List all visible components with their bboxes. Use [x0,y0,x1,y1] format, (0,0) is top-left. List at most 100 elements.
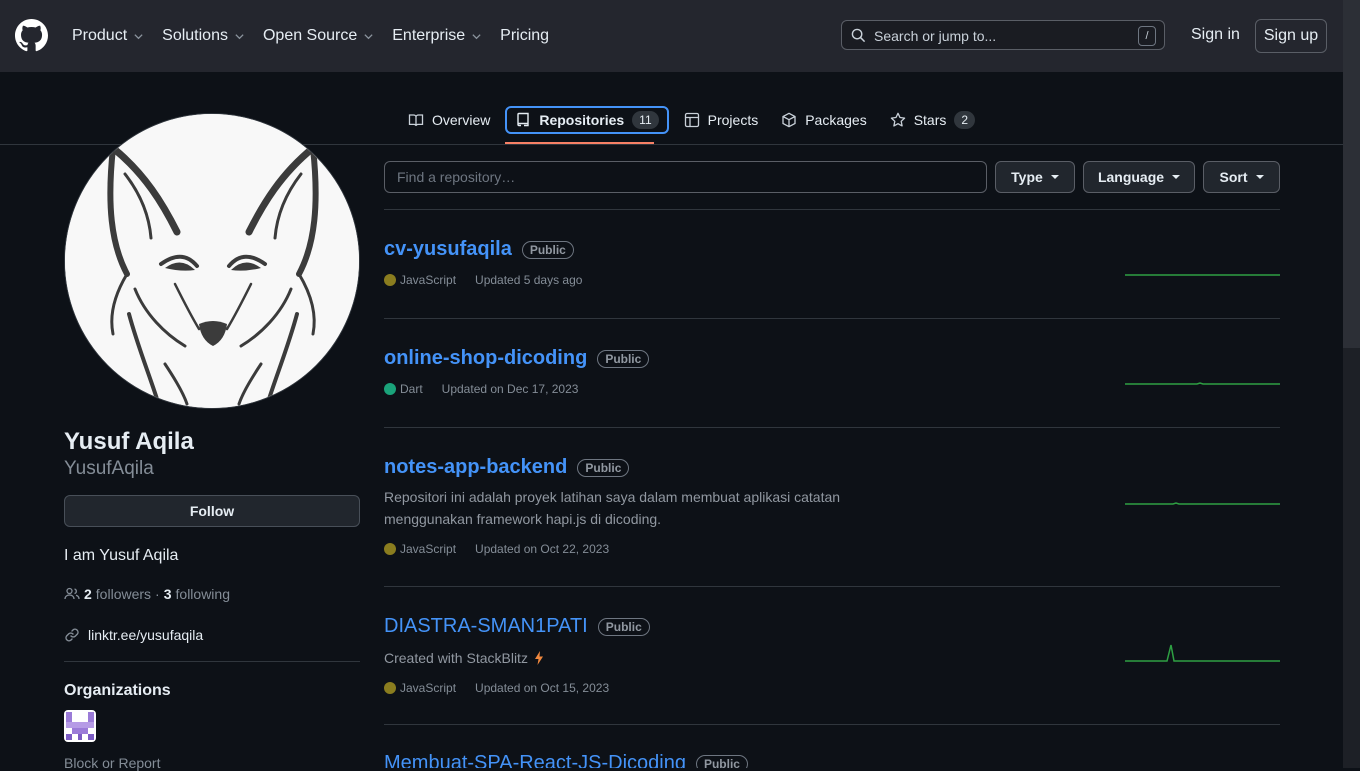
search-icon [851,28,866,43]
lightning-bolt-icon [534,651,543,665]
visibility-badge: Public [521,240,574,259]
followers-count: 2 [84,586,92,602]
tab-label: Repositories [539,112,625,128]
nav-product[interactable]: Product [72,27,144,45]
sidebar-divider [64,661,360,662]
nav-label: Product [72,27,128,44]
search-shortcut-key: / [1138,26,1156,46]
tab-overview[interactable]: Overview [400,106,498,134]
type-filter-label: Type [1011,169,1043,185]
nav-label: Open Source [262,27,358,44]
repo-divider [384,724,1280,725]
nav-label: Solutions [162,27,228,44]
scrollbar-thumb[interactable] [1343,0,1360,348]
profile-website[interactable]: linktr.ee/yusufaqila [64,627,203,643]
language-filter-label: Language [1097,169,1165,185]
tab-label: Stars [913,112,947,128]
repo-language: JavaScript [400,542,457,556]
separator: · [155,586,160,602]
followers-line: 2 followers · 3 following [64,586,230,602]
nav-label: Pricing [500,27,550,44]
repo-item: DIASTRA-SMAN1PATI Public Created with St… [384,615,1280,725]
visibility-badge: Public [577,458,630,477]
repo-divider [384,427,1280,428]
repo-description: Created with StackBlitz [384,650,528,666]
star-icon [890,112,905,127]
repo-name-link[interactable]: cv-yusufaqila [384,238,512,261]
tab-projects[interactable]: Projects [676,106,767,134]
sort-label: Sort [1219,169,1248,185]
activity-sparkline [1125,274,1280,276]
visibility-badge: Public [597,349,650,368]
caret-down-icon [1255,175,1264,179]
repo-name-link[interactable]: DIASTRA-SMAN1PATI [384,615,588,638]
org-logo-icon [64,710,96,742]
visibility-badge: Public [597,617,650,636]
active-tab-underline [505,142,654,144]
repo-language: Dart [400,382,423,396]
org-avatar[interactable] [64,710,96,742]
following-link[interactable]: 3 following [164,586,230,602]
people-icon [64,587,80,600]
nav-enterprise[interactable]: Enterprise [392,27,482,45]
repo-description-row: Created with StackBlitz [384,647,854,669]
site-header: Product Solutions Open Source Enterprise… [0,0,1343,72]
repo-updated: Updated on Oct 15, 2023 [475,681,610,695]
repo-updated: Updated on Oct 22, 2023 [475,542,610,556]
caret-down-icon [1172,175,1181,179]
repo-name-link[interactable]: notes-app-backend [384,456,567,479]
profile-tabs: Overview Repositories 11 Projects Packag… [400,104,990,136]
sort-button[interactable]: Sort [1203,161,1280,193]
main-nav: Product Solutions Open Source Enterprise… [72,0,567,72]
language-filter-button[interactable]: Language [1083,161,1195,193]
link-icon [65,628,79,642]
repo-name-link[interactable]: online-shop-dicoding [384,347,587,370]
github-logo-icon[interactable] [15,19,48,52]
tab-label: Projects [707,112,759,128]
tab-label: Packages [805,112,867,128]
repo-divider [384,209,1280,210]
follow-button[interactable]: Follow [64,495,360,527]
sign-up-button[interactable]: Sign up [1255,19,1327,53]
repo-description: Repositori ini adalah proyek latihan say… [384,489,841,527]
tab-stars[interactable]: Stars 2 [882,106,983,134]
chevron-down-icon [235,33,244,39]
block-or-report-link[interactable]: Block or Report [64,755,160,771]
profile-bio: I am Yusuf Aqila [64,547,179,564]
fox-avatar-image [65,114,359,408]
nav-solutions[interactable]: Solutions [162,27,245,45]
chevron-down-icon [134,33,143,39]
sign-in-link[interactable]: Sign in [1191,26,1240,44]
book-icon [408,114,424,127]
profile-avatar[interactable] [64,113,360,409]
tab-repositories[interactable]: Repositories 11 [505,106,669,134]
nav-open-source[interactable]: Open Source [263,27,374,45]
repo-item: cv-yusufaqila Public JavaScript Updated … [384,238,1280,318]
followers-link[interactable]: 2 followers [84,586,151,602]
repo-count-badge: 11 [632,111,659,129]
search-placeholder: Search or jump to... [874,28,997,44]
activity-sparkline [1125,502,1280,505]
profile-username: YusufAqila [64,458,154,479]
find-repository-input[interactable] [384,161,987,193]
type-filter-button[interactable]: Type [995,161,1075,193]
repo-item: online-shop-dicoding Public Dart Updated… [384,347,1280,427]
table-icon [684,112,699,128]
package-icon [782,112,796,128]
repo-updated: Updated 5 days ago [475,273,583,287]
repo-name-link[interactable]: Membuat-SPA-React-JS-Dicoding [384,752,686,768]
following-label: following [175,586,230,602]
repo-divider [384,586,1280,587]
repo-language: JavaScript [400,273,457,287]
nav-label: Enterprise [392,27,466,44]
nav-pricing[interactable]: Pricing [500,27,549,45]
repo-title-row: notes-app-backend Public [384,456,1280,479]
website-link-text: linktr.ee/yusufaqila [88,627,204,643]
search-box[interactable]: Search or jump to... / [841,20,1165,50]
caret-down-icon [1050,175,1059,179]
tab-packages[interactable]: Packages [773,106,874,134]
stars-count-badge: 2 [954,111,976,129]
repo-item: notes-app-backend Public Repositori ini … [384,456,1280,586]
repo-meta: JavaScript Updated on Oct 22, 2023 [384,542,1280,556]
organizations-heading: Organizations [64,682,171,699]
